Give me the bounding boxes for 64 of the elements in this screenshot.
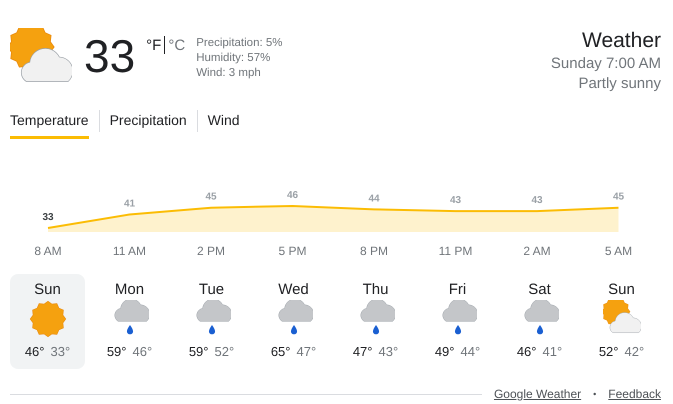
day-name: Mon — [114, 280, 144, 300]
day-card[interactable]: Fri 49° 44° — [420, 274, 495, 369]
day-name: Sat — [528, 280, 551, 300]
hour-label: 8 AM — [34, 244, 62, 258]
date-time: Sunday 7:00 AM — [550, 54, 661, 74]
hour-label: 11 PM — [438, 244, 472, 258]
low-temperature: 42° — [624, 344, 644, 359]
day-card[interactable]: Sun 52° 42° — [584, 274, 659, 369]
day-name: Fri — [448, 280, 466, 300]
low-temperature: 47° — [296, 344, 316, 359]
footer-link[interactable]: Google Weather — [494, 387, 582, 401]
weather-title: Weather — [582, 28, 661, 54]
low-temperature: 46° — [132, 344, 152, 359]
high-temperature: 47° — [352, 344, 372, 359]
low-temperature: 43° — [378, 344, 398, 359]
footer-link[interactable]: Feedback — [608, 387, 661, 401]
day-name: Wed — [278, 280, 309, 300]
weather-detail: Wind: 3 mph — [196, 66, 262, 81]
hour-label: 8 PM — [360, 244, 388, 258]
high-temperature: 46° — [516, 344, 536, 359]
high-temperature: 59° — [188, 344, 208, 359]
weather-detail: Humidity: 57% — [196, 51, 272, 66]
high-temperature: 52° — [598, 344, 618, 359]
high-temperature: 46° — [24, 344, 44, 359]
day-card[interactable]: Sun 46° 33° — [10, 274, 85, 369]
tab[interactable]: Precipitation — [110, 108, 187, 139]
high-temperature: 65° — [270, 344, 290, 359]
day-card[interactable]: Mon 59° 46° — [92, 274, 167, 369]
temperature-label: 33 — [42, 212, 54, 223]
high-temperature: 59° — [106, 344, 126, 359]
hour-label: 5 AM — [604, 244, 632, 258]
hour-label: 11 AM — [112, 244, 146, 258]
low-temperature: 52° — [214, 344, 234, 359]
temperature-label: 44 — [368, 193, 380, 204]
day-name: Sun — [608, 280, 635, 300]
low-temperature: 33° — [50, 344, 70, 359]
weather-detail: Precipitation: 5% — [196, 36, 282, 51]
low-temperature: 44° — [460, 344, 480, 359]
day-card[interactable]: Tue 59° 52° — [174, 274, 249, 369]
day-name: Thu — [362, 280, 388, 300]
high-temperature: 49° — [434, 344, 454, 359]
temperature-label: 45 — [612, 192, 624, 203]
day-name: Sun — [34, 280, 61, 300]
condition: Partly sunny — [578, 74, 661, 94]
current-temperature: 33 — [84, 29, 136, 84]
day-card[interactable]: Sat 46° 41° — [502, 274, 577, 369]
hour-label: 2 PM — [197, 244, 225, 258]
hour-label: 2 AM — [523, 244, 551, 258]
day-card[interactable]: Wed 65° 47° — [256, 274, 331, 369]
temperature-label: 43 — [450, 195, 462, 206]
sun-icon — [28, 300, 66, 338]
hour-label: 5 PM — [278, 244, 306, 258]
temperature-label: 41 — [124, 198, 136, 210]
low-temperature: 41° — [542, 344, 562, 359]
day-card[interactable]: Thu 47° 43° — [338, 274, 413, 369]
temperature-label: 46 — [286, 190, 298, 201]
separator-dot: • — [593, 389, 596, 399]
unit-toggle[interactable]: °C — [165, 36, 188, 54]
day-name: Tue — [198, 280, 224, 300]
tab[interactable]: Temperature — [10, 108, 89, 139]
unit-toggle[interactable]: °F — [143, 36, 164, 54]
temperature-label: 43 — [531, 195, 543, 206]
temperature-label: 45 — [205, 192, 217, 203]
tab[interactable]: Wind — [208, 108, 240, 139]
